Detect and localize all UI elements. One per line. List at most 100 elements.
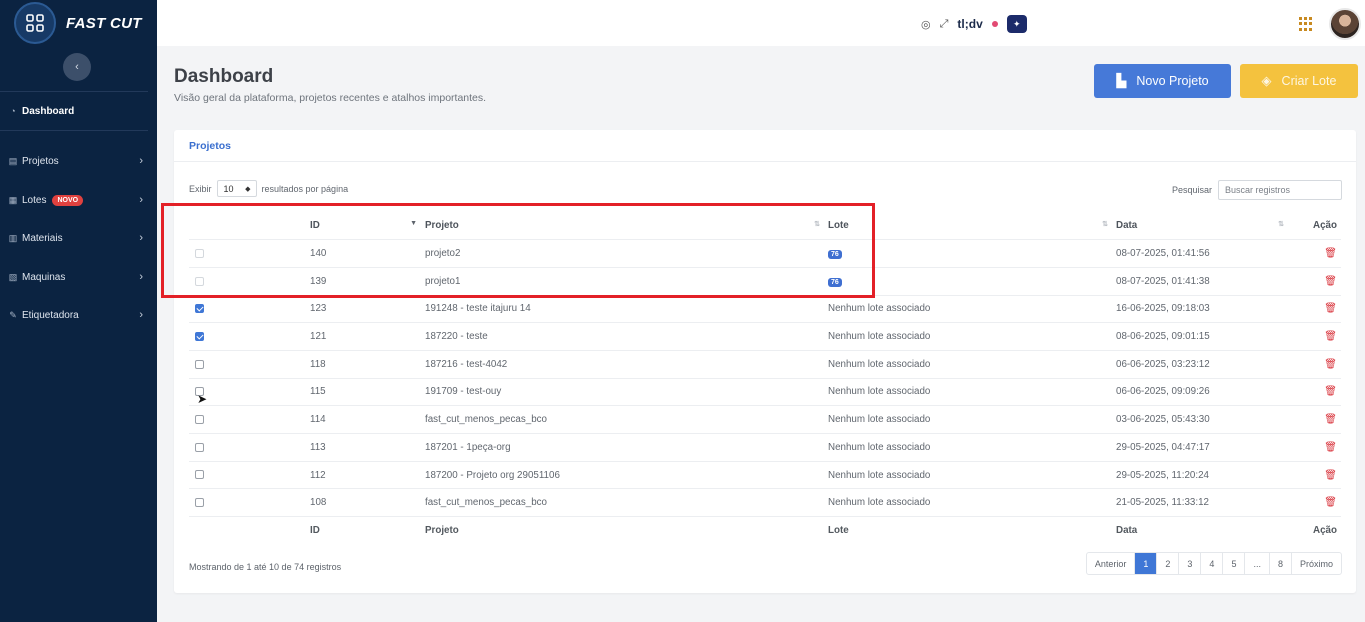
- expand-icon[interactable]: ⤢: [940, 18, 949, 31]
- top-bar: ◎ ⤢ tl;dv ✦: [157, 0, 1365, 46]
- machine-icon: ▧: [8, 271, 18, 282]
- trash-icon[interactable]: 🗑: [1324, 497, 1337, 508]
- page-link[interactable]: 3: [1178, 553, 1200, 574]
- cell-id: 113: [310, 433, 425, 462]
- trash-icon[interactable]: 🗑: [1324, 470, 1337, 481]
- page-link[interactable]: 4: [1200, 553, 1222, 574]
- cell-acao: 🗑: [1292, 267, 1341, 296]
- page-link[interactable]: Anterior: [1087, 553, 1135, 574]
- cell-data: 29-05-2025, 04:47:17: [1116, 433, 1292, 462]
- trash-icon[interactable]: 🗑: [1324, 414, 1337, 425]
- cell-acao: 🗑: [1292, 378, 1341, 407]
- recording-dot-icon: [991, 21, 998, 27]
- chevron-right-icon: ›: [139, 271, 143, 283]
- cell-projeto: fast_cut_menos_pecas_bco: [425, 405, 828, 434]
- cell-acao: 🗑: [1292, 405, 1341, 434]
- novo-projeto-button[interactable]: ▙ Novo Projeto: [1094, 64, 1231, 98]
- brand[interactable]: FAST CUT: [0, 0, 157, 46]
- sidebar: FAST CUT ‹ ◔ Dashboard ▤ Projetos › ▦ Lo…: [0, 0, 157, 622]
- column-header-data[interactable]: Data ⇅: [1116, 212, 1292, 241]
- row-checkbox[interactable]: [195, 276, 204, 286]
- projects-icon: ▤: [8, 155, 18, 166]
- trash-icon[interactable]: 🗑: [1324, 359, 1337, 370]
- trash-icon[interactable]: 🗑: [1324, 248, 1337, 259]
- cell-projeto: fast_cut_menos_pecas_bco: [425, 488, 828, 518]
- card-title: Projetos: [174, 130, 1356, 162]
- layout-icon: ▙: [1116, 73, 1127, 88]
- sidebar-item-projetos[interactable]: ▤ Projetos ›: [0, 150, 157, 172]
- cell-id: 121: [310, 322, 425, 351]
- extension-icon[interactable]: ✦: [1006, 15, 1027, 33]
- cell-id: 118: [310, 350, 425, 379]
- sidebar-divider: [0, 91, 148, 92]
- sidebar-item-materiais[interactable]: ▥ Materiais ›: [0, 227, 157, 249]
- trash-icon[interactable]: 🗑: [1324, 303, 1337, 314]
- eye-slash-icon[interactable]: ◎: [921, 18, 931, 31]
- search-input[interactable]: [1218, 180, 1342, 200]
- cell-data: 08-06-2025, 09:01:15: [1116, 322, 1292, 351]
- page-link[interactable]: 8: [1268, 553, 1291, 574]
- tldv-extension[interactable]: tl;dv: [957, 17, 982, 31]
- cell-projeto: 187201 - 1peça-org: [425, 433, 828, 462]
- mouse-cursor-icon: ➤: [197, 392, 208, 406]
- column-header-lote[interactable]: Lote ⇅: [828, 212, 1116, 241]
- page-link[interactable]: ...: [1244, 553, 1269, 574]
- trash-icon[interactable]: 🗑: [1324, 276, 1337, 287]
- sidebar-item-dashboard[interactable]: ◔ Dashboard: [0, 100, 157, 122]
- sort-icon: ⇅: [814, 221, 820, 228]
- trash-icon[interactable]: 🗑: [1324, 331, 1337, 342]
- cell-id: 114: [310, 405, 425, 434]
- column-header-id[interactable]: ID ▼: [310, 212, 425, 241]
- table-info: Mostrando de 1 até 10 de 74 registros: [189, 562, 342, 572]
- page-title: Dashboard: [174, 66, 274, 87]
- layers-icon: ◈: [1261, 73, 1272, 88]
- row-checkbox[interactable]: [195, 359, 204, 369]
- avatar[interactable]: [1329, 8, 1361, 40]
- cell-lote: Nenhum lote associado: [828, 322, 1116, 351]
- lote-badge[interactable]: 76: [828, 250, 842, 260]
- page-link[interactable]: 2: [1156, 553, 1178, 574]
- footer-lote: Lote: [828, 525, 849, 537]
- column-header-projeto[interactable]: Projeto ⇅: [425, 212, 828, 241]
- row-checkbox[interactable]: [195, 332, 204, 341]
- footer-acao: Ação: [1313, 525, 1337, 537]
- sidebar-item-etiquetadora[interactable]: ✎ Etiquetadora ›: [0, 304, 157, 326]
- projects-card: Projetos Exibir 10 ◆ resultados por pági…: [174, 130, 1356, 593]
- sidebar-collapse-button[interactable]: ‹: [63, 53, 91, 81]
- cell-projeto: 191248 - teste itajuru 14: [425, 295, 828, 324]
- lote-badge[interactable]: 76: [828, 277, 842, 287]
- cell-lote: Nenhum lote associado: [828, 433, 1116, 462]
- page-link[interactable]: 1: [1134, 553, 1157, 574]
- page-link[interactable]: Próximo: [1290, 553, 1341, 574]
- cell-id: 112: [310, 461, 425, 490]
- criar-lote-button[interactable]: ◈ Criar Lote: [1240, 64, 1358, 98]
- page-link[interactable]: 5: [1222, 553, 1244, 574]
- cell-data: 16-06-2025, 09:18:03: [1116, 295, 1292, 324]
- cell-acao: 🗑: [1292, 239, 1341, 268]
- row-checkbox[interactable]: [195, 304, 204, 314]
- extension-toolbar: ◎ ⤢ tl;dv ✦: [921, 15, 1027, 33]
- cell-data: 08-07-2025, 01:41:56: [1116, 239, 1292, 268]
- trash-icon[interactable]: 🗑: [1324, 386, 1337, 397]
- row-checkbox[interactable]: [195, 498, 204, 508]
- cell-acao: 🗑: [1292, 461, 1341, 490]
- apps-grid-icon[interactable]: [1299, 17, 1313, 31]
- sidebar-item-lotes[interactable]: ▦ Lotes NOVO ›: [0, 189, 157, 211]
- table-header-row: ID ▼ Projeto ⇅ Lote ⇅ Data ⇅ Ação: [189, 212, 1341, 241]
- sidebar-divider: [0, 130, 148, 131]
- row-checkbox[interactable]: [195, 470, 204, 480]
- row-checkbox[interactable]: [195, 442, 204, 452]
- page-subtitle: Visão geral da plataforma, projetos rece…: [174, 92, 487, 104]
- page-length-select[interactable]: 10 ◆: [216, 180, 257, 197]
- chevron-right-icon: ›: [139, 194, 143, 206]
- table-row: 114 fast_cut_menos_pecas_bco Nenhum lote a…: [189, 405, 1341, 434]
- table-row: 123 191248 - teste itajuru 14 Nenhum lote …: [189, 295, 1341, 324]
- table-row: 121 187220 - teste Nenhum lote associado 08…: [189, 322, 1341, 351]
- page-length-control: Exibir 10 ◆ resultados por página: [189, 180, 348, 197]
- cell-id: 115: [310, 378, 425, 407]
- sidebar-item-maquinas[interactable]: ▧ Maquinas ›: [0, 266, 157, 288]
- trash-icon[interactable]: 🗑: [1324, 442, 1337, 453]
- cell-projeto: 187200 - Projeto org 29051106: [425, 461, 828, 490]
- row-checkbox[interactable]: [195, 415, 204, 425]
- row-checkbox[interactable]: [195, 248, 204, 258]
